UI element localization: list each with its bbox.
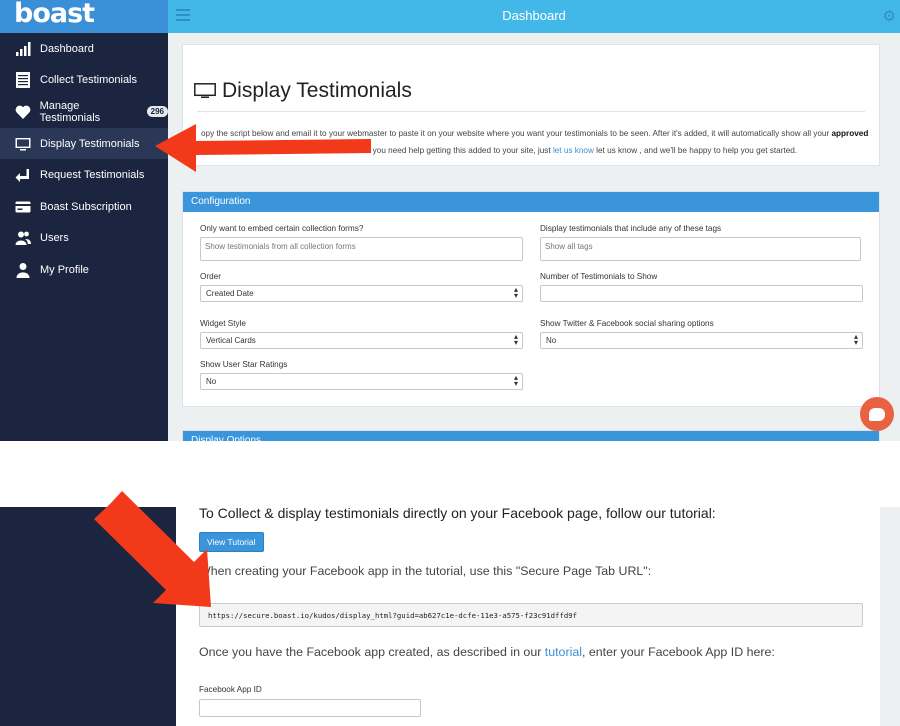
sidebar-item-label: My Profile	[40, 263, 89, 276]
sidebar-item-label: Boast Subscription	[40, 200, 132, 213]
sidebar-item-collect-testimonials[interactable]: Collect Testimonials	[0, 65, 168, 97]
sidebar-item-label: Manage Testimonials	[39, 99, 101, 124]
secure-page-tab-url[interactable]: https://secure.boast.io/kudos/display_ht…	[199, 603, 863, 627]
request-icon	[14, 167, 32, 183]
let-us-know-link[interactable]: let us know	[553, 146, 594, 155]
divider	[197, 111, 865, 112]
logo-text: boast	[14, 0, 95, 29]
count-badge: 296	[146, 106, 168, 118]
star-ratings-value: No	[206, 377, 217, 386]
widget-style-select[interactable]: Vertical Cards ▴ ▾	[200, 332, 523, 349]
app-id-note: Once you have the Facebook app created, …	[199, 645, 775, 659]
select-arrows-icon: ▴ ▾	[853, 332, 858, 347]
sidebar-item-label: Users	[40, 232, 69, 245]
configuration-card: Configuration Only want to embed certain…	[182, 191, 880, 407]
heart-icon	[14, 104, 32, 120]
order-label: Order	[200, 272, 221, 281]
widget-style-value: Vertical Cards	[206, 336, 256, 345]
social-sharing-value: No	[546, 336, 557, 345]
intro-text: opy the script below and email it to you…	[201, 129, 869, 155]
sidebar-item-label: Display Testimonials	[40, 137, 140, 150]
select-arrows-icon: ▴ ▾	[513, 285, 518, 300]
document-icon	[14, 72, 32, 89]
facebook-app-id-label: Facebook App ID	[199, 685, 262, 694]
tags-label: Display testimonials that include any of…	[540, 224, 722, 233]
sidebar-item-my-profile[interactable]: My Profile	[0, 254, 168, 286]
count-label: Number of Testimonials to Show	[540, 272, 658, 281]
tutorial-link[interactable]: tutorial	[545, 645, 582, 659]
user-icon	[14, 262, 32, 278]
sidebar-item-request-testimonials[interactable]: Request Testimonials	[0, 159, 168, 191]
collection-forms-input[interactable]: Show testimonials from all collection fo…	[200, 237, 523, 261]
display-options-card: Display Options	[182, 430, 880, 441]
sidebar	[0, 507, 176, 726]
sidebar: Dashboard Collect Testimonials Manage Te…	[0, 33, 168, 441]
configuration-header: Configuration	[183, 192, 879, 212]
top-screenshot: boast Dashboard ⚙ Dashboard Collect Test…	[0, 0, 900, 441]
select-arrows-icon: ▴ ▾	[513, 373, 518, 388]
display-options-header[interactable]: Display Options	[183, 431, 879, 441]
credit-card-icon	[14, 199, 32, 215]
users-icon	[14, 230, 32, 246]
bottom-screenshot: To Collect & display testimonials direct…	[0, 507, 900, 726]
order-value: Created Date	[206, 289, 254, 298]
tags-input[interactable]: Show all tags	[540, 237, 861, 261]
page-title: Display Testimonials	[222, 79, 412, 102]
sidebar-item-boast-subscription[interactable]: Boast Subscription	[0, 191, 168, 223]
sidebar-item-label: Request Testimonials	[40, 169, 145, 182]
sidebar-item-label: Collect Testimonials	[40, 74, 138, 87]
monitor-icon	[14, 136, 32, 152]
collection-forms-label: Only want to embed certain collection fo…	[200, 224, 364, 233]
facebook-heading: To Collect & display testimonials direct…	[199, 507, 716, 521]
sidebar-item-manage-testimonials[interactable]: Manage Testimonials 296	[0, 96, 168, 128]
star-ratings-select[interactable]: No ▴ ▾	[200, 373, 523, 390]
sidebar-item-dashboard[interactable]: Dashboard	[0, 33, 168, 65]
sidebar-item-label: Dashboard	[40, 42, 94, 55]
social-sharing-select[interactable]: No ▴ ▾	[540, 332, 863, 349]
gear-icon[interactable]: ⚙	[883, 7, 896, 25]
secure-url-note: When creating your Facebook app in the t…	[199, 564, 652, 578]
page-header-card: Display Testimonials opy the script belo…	[182, 44, 880, 166]
bar-chart-icon	[14, 41, 32, 57]
count-input[interactable]	[540, 285, 863, 302]
widget-style-label: Widget Style	[200, 319, 246, 328]
top-bar: Dashboard ⚙	[168, 0, 900, 33]
star-ratings-label: Show User Star Ratings	[200, 360, 288, 369]
monitor-icon	[194, 83, 216, 98]
facebook-card: To Collect & display testimonials direct…	[176, 507, 880, 726]
facebook-app-id-input[interactable]	[199, 699, 421, 717]
sidebar-item-users[interactable]: Users	[0, 223, 168, 255]
screenshot-composite: boast Dashboard ⚙ Dashboard Collect Test…	[0, 0, 900, 726]
brand-logo[interactable]: boast	[0, 0, 168, 33]
select-arrows-icon: ▴ ▾	[513, 332, 518, 347]
page-background	[880, 507, 900, 726]
social-sharing-label: Show Twitter & Facebook social sharing o…	[540, 319, 714, 328]
top-bar-title: Dashboard	[502, 8, 566, 23]
sidebar-item-display-testimonials[interactable]: Display Testimonials	[0, 127, 168, 160]
chat-bubble-icon[interactable]	[860, 397, 894, 431]
order-select[interactable]: Created Date ▴ ▾	[200, 285, 523, 302]
view-tutorial-button[interactable]: View Tutorial	[199, 532, 264, 552]
